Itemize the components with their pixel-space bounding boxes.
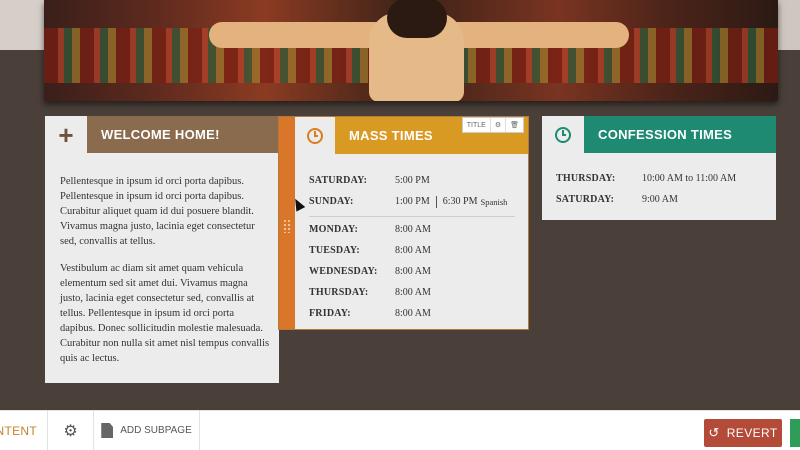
hero-backdrop-left (0, 0, 44, 50)
schedule-time: 6:30 PM (442, 196, 478, 207)
schedule-day: FRIDAY: (309, 308, 351, 319)
drag-grip-icon[interactable] (283, 219, 291, 233)
schedule-row: THURSDAY: 10:00 AM to 11:00 AM (556, 168, 766, 189)
schedule-day: SATURDAY: (309, 175, 368, 186)
divider (309, 216, 515, 217)
revert-button[interactable]: ↺ REVERT (704, 419, 782, 447)
widget-toolbar: TITLE ⚙ 🗑 (461, 117, 524, 133)
welcome-title: WELCOME HOME! (87, 116, 279, 153)
welcome-header: + WELCOME HOME! (45, 116, 279, 153)
schedule-time: 8:00 AM (395, 308, 431, 319)
revert-label: REVERT (726, 426, 778, 440)
schedule-day: WEDNESDAY: (309, 266, 378, 277)
content-tab[interactable]: NTENT (0, 411, 48, 450)
schedule-time: 1:00 PM (395, 196, 430, 207)
schedule-time: 8:00 AM (395, 287, 431, 298)
schedule-time: 5:00 PM (395, 175, 430, 186)
schedule-row: WEDNESDAY: 8:00 AM (309, 261, 515, 282)
welcome-paragraph: Pellentesque in ipsum id orci porta dapi… (60, 176, 255, 247)
schedule-day: MONDAY: (309, 224, 358, 235)
publish-button[interactable] (790, 419, 800, 447)
undo-icon: ↺ (708, 425, 720, 440)
schedule-time: 9:00 AM (642, 194, 678, 205)
clock-icon (542, 116, 584, 153)
welcome-widget: + WELCOME HOME! Pellentesque in ipsum id… (45, 116, 279, 383)
schedule-note: Spanish (480, 196, 508, 207)
welcome-body: Pellentesque in ipsum id orci porta dapi… (60, 174, 270, 366)
hero-image (44, 0, 778, 101)
schedule-row: TUESDAY: 8:00 AM (309, 240, 515, 261)
schedule-times: 1:00 PM 6:30 PM Spanish (395, 195, 508, 208)
confession-times-widget: CONFESSION TIMES THURSDAY: 10:00 AM to 1… (542, 116, 776, 220)
title-toggle-button[interactable]: TITLE (463, 118, 491, 132)
confession-header: CONFESSION TIMES (542, 116, 776, 153)
gear-icon: ⚙ (63, 422, 78, 440)
add-page-icon (101, 423, 114, 438)
mass-schedule: SATURDAY: 5:00 PM SUNDAY: 1:00 PM 6:30 P… (309, 170, 515, 324)
confession-title: CONFESSION TIMES (584, 116, 776, 153)
schedule-day: TUESDAY: (309, 245, 360, 256)
editor-bottom-bar: NTENT ⚙ ADD SUBPAGE ↺ REVERT (0, 410, 800, 450)
schedule-row: MONDAY: 8:00 AM (309, 219, 515, 240)
plus-icon: + (45, 116, 87, 153)
drag-handle[interactable] (279, 117, 295, 329)
mass-times-widget[interactable]: MASS TIMES TITLE ⚙ 🗑 SATURDAY: 5:00 PM S… (278, 116, 529, 330)
gear-icon[interactable]: ⚙ (491, 118, 507, 132)
add-subpage-label: ADD SUBPAGE (120, 425, 192, 436)
schedule-day: THURSDAY: (309, 287, 369, 298)
schedule-time: 8:00 AM (395, 266, 431, 277)
schedule-time: 8:00 AM (395, 224, 431, 235)
schedule-time: 10:00 AM to 11:00 AM (642, 173, 737, 184)
schedule-day: THURSDAY: (556, 173, 616, 184)
add-subpage-button[interactable]: ADD SUBPAGE (94, 411, 200, 450)
schedule-time: 8:00 AM (395, 245, 431, 256)
schedule-row: FRIDAY: 8:00 AM (309, 303, 515, 324)
clock-icon (295, 117, 335, 154)
schedule-row: SUNDAY: 1:00 PM 6:30 PM Spanish (309, 191, 515, 212)
welcome-paragraph: Vestibulum ac diam sit amet quam vehicul… (60, 263, 270, 364)
schedule-row: THURSDAY: 8:00 AM (309, 282, 515, 303)
schedule-day: SATURDAY: (556, 194, 615, 205)
hero-backdrop-right (778, 0, 800, 50)
settings-button[interactable]: ⚙ (48, 411, 94, 450)
trash-icon[interactable]: 🗑 (506, 118, 523, 132)
schedule-day: SUNDAY: (309, 196, 354, 207)
schedule-row: SATURDAY: 9:00 AM (556, 189, 766, 210)
schedule-row: SATURDAY: 5:00 PM (309, 170, 515, 191)
confession-schedule: THURSDAY: 10:00 AM to 11:00 AM SATURDAY:… (556, 168, 766, 210)
time-separator (435, 195, 437, 208)
